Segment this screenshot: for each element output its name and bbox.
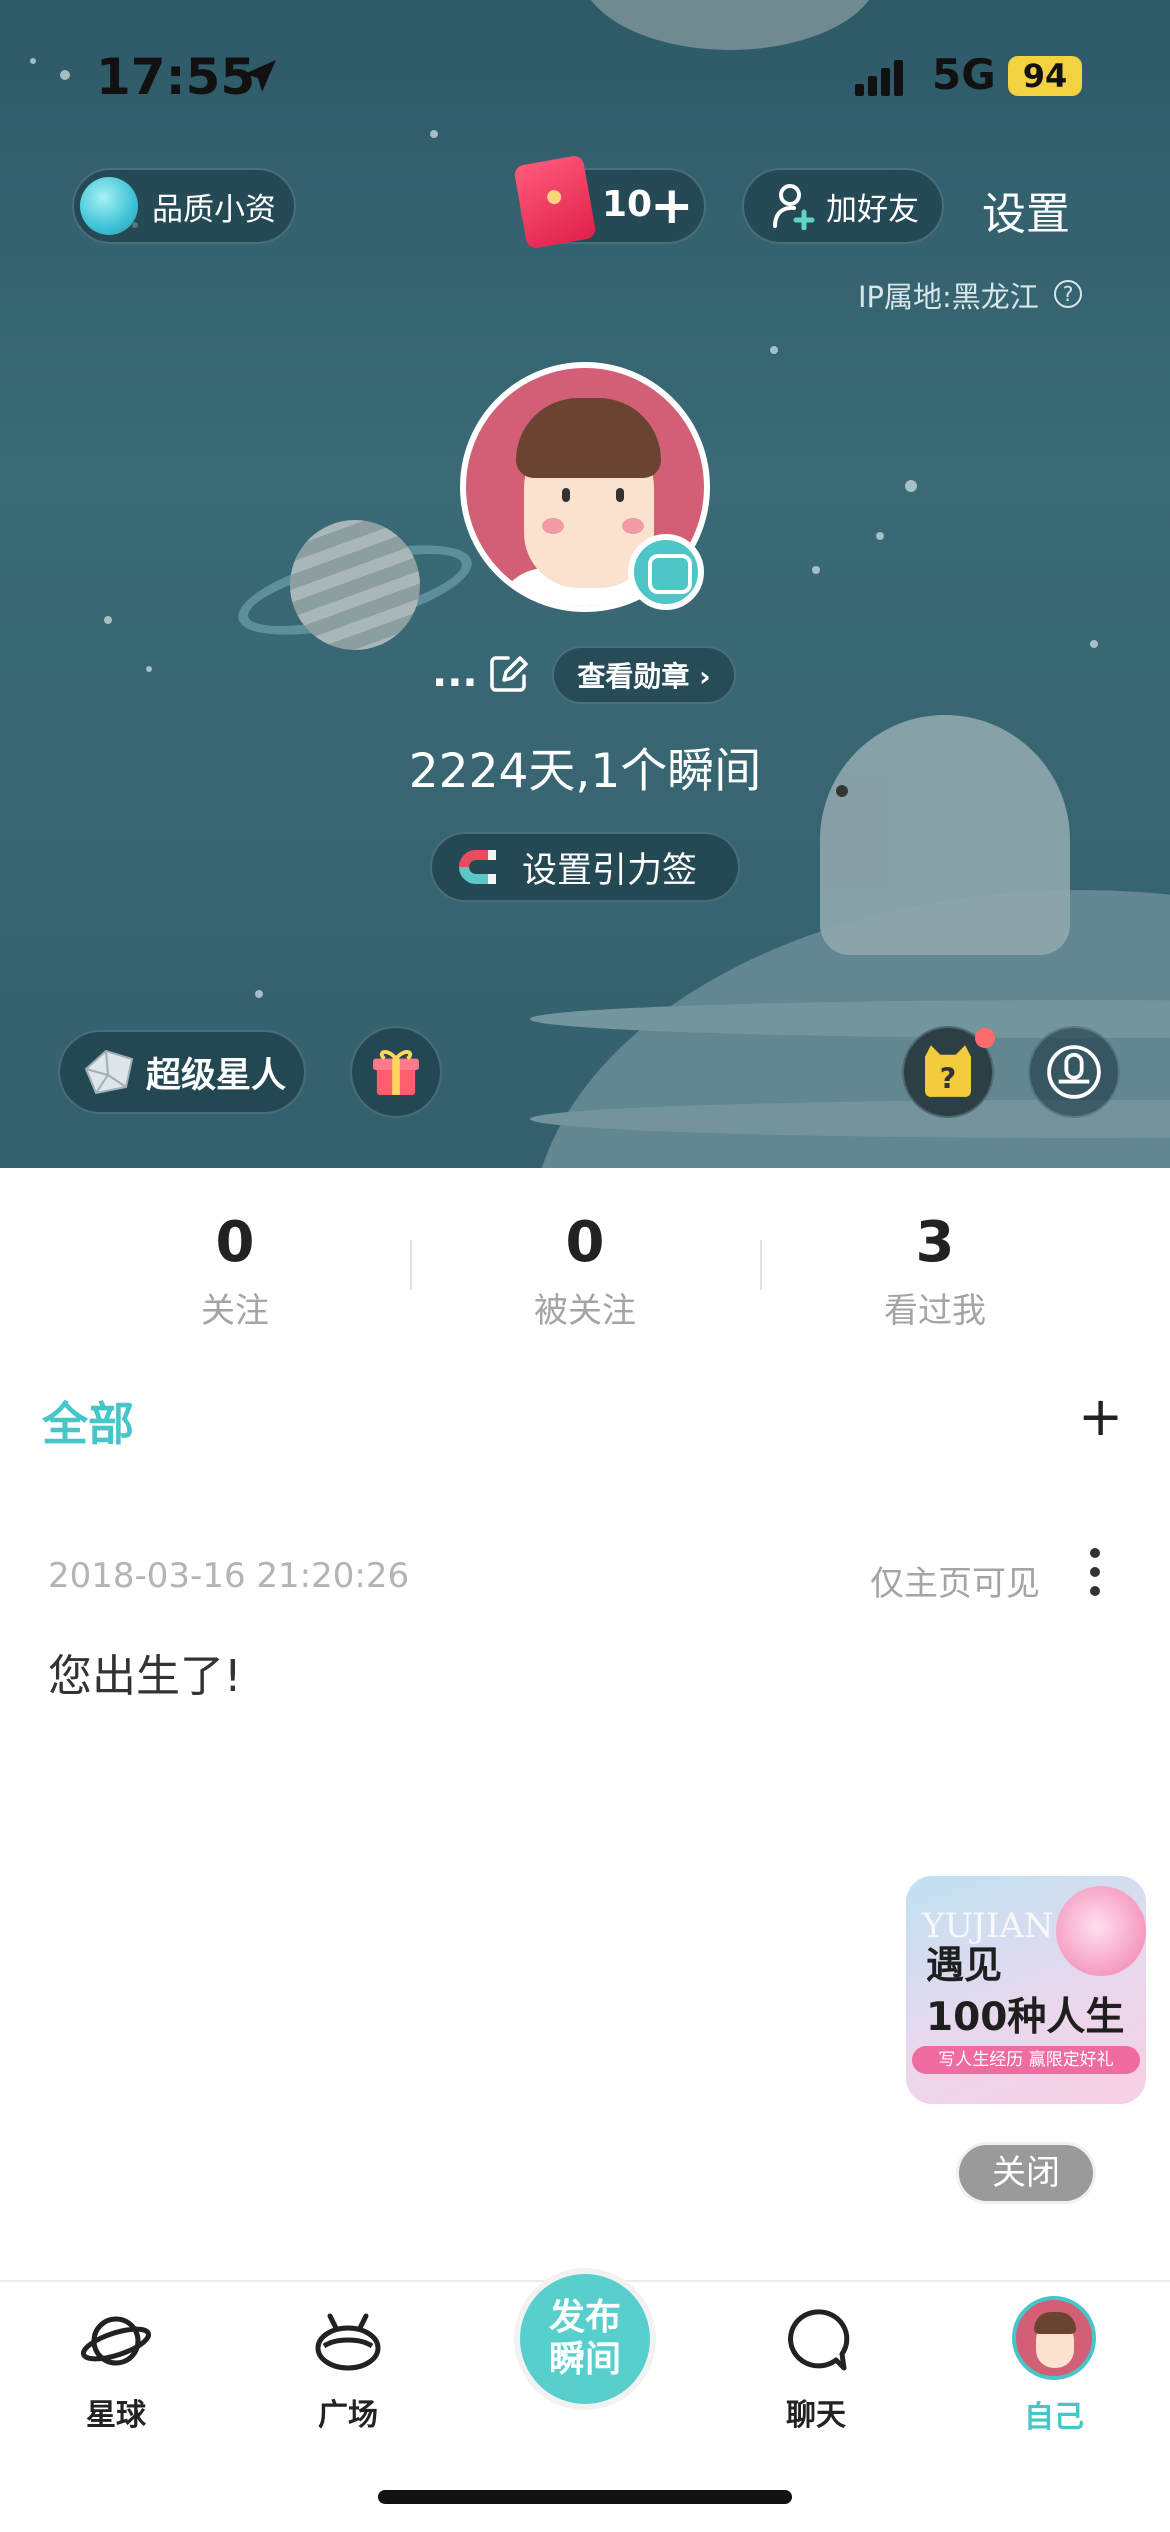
nickname: ...: [432, 650, 478, 696]
quality-level-button[interactable]: 品质小资: [72, 168, 296, 244]
publish-moment-button[interactable]: 发布 瞬间: [514, 2268, 656, 2410]
red-packet-count: 10: [602, 184, 653, 225]
stat-followers[interactable]: 0 被关注: [465, 1210, 705, 1332]
stat-value: 0: [565, 1210, 605, 1275]
stat-value: 3: [915, 1210, 955, 1275]
days-moments-text: 2224天,1个瞬间: [408, 744, 762, 799]
avatar-cheek: [542, 518, 564, 534]
gift-icon: [373, 1050, 419, 1095]
ip-location: IP属地:黑龙江: [858, 280, 1039, 314]
star-decoration: [812, 566, 820, 574]
quality-label: 品质小资: [152, 191, 276, 228]
more-options-icon[interactable]: [1088, 1548, 1102, 1604]
nav-avatar: [1012, 2296, 1096, 2380]
edit-icon[interactable]: [488, 654, 528, 694]
nav-square[interactable]: 广场: [268, 2308, 428, 2434]
status-bar: 17:55 5G 94: [0, 0, 1170, 150]
red-packet-button[interactable]: 10 +: [513, 154, 706, 250]
stat-label: 关注: [201, 1291, 269, 1331]
promo-title-line1: 遇见: [926, 1943, 1003, 1987]
ringed-planet-decoration: [290, 520, 420, 650]
star-decoration: [104, 616, 112, 624]
planet-icon: [80, 2316, 152, 2366]
set-gravity-tag-button[interactable]: 设置引力签: [430, 832, 740, 902]
avatar-cheek: [622, 518, 644, 534]
add-person-icon: [773, 184, 815, 230]
voice-button[interactable]: [1028, 1026, 1120, 1118]
nav-label: 星球: [86, 2398, 146, 2433]
view-medals-button[interactable]: 查看勋章 ›: [552, 646, 736, 704]
status-time: 17:55: [96, 48, 256, 106]
help-icon[interactable]: ?: [1054, 280, 1082, 308]
promo-title-line2: 100种人生: [926, 1995, 1125, 2040]
nav-label: 聊天: [786, 2398, 846, 2433]
nav-chat[interactable]: 聊天: [736, 2308, 896, 2434]
flower-icon: [1056, 1886, 1146, 1976]
svg-text:?: ?: [940, 1061, 957, 1095]
magnet-icon: [459, 850, 496, 884]
star-decoration: [146, 666, 152, 672]
ufo-icon: [315, 2313, 381, 2371]
crystal-star-icon: [84, 1049, 134, 1095]
notification-dot: [975, 1028, 995, 1048]
settings-button[interactable]: 设置: [982, 178, 1070, 242]
close-promo-button[interactable]: 关闭: [956, 2142, 1096, 2204]
star-decoration: [770, 346, 778, 354]
nav-planet[interactable]: 星球: [36, 2308, 196, 2434]
location-arrow-icon: [244, 60, 276, 92]
nav-label: 广场: [318, 2398, 378, 2433]
gravity-tag-label: 设置引力签: [522, 850, 698, 891]
publish-label-line1: 发布: [548, 2297, 621, 2338]
post-text: 您出生了!: [48, 1651, 242, 1702]
nav-self[interactable]: 自己: [974, 2296, 1134, 2436]
avatar-badge-icon: [628, 534, 704, 610]
star-decoration: [1090, 640, 1098, 648]
publish-label-line2: 瞬间: [548, 2339, 621, 2380]
avatar-eye: [616, 488, 624, 502]
star-decoration: [905, 480, 917, 492]
super-star-button[interactable]: 超级星人: [58, 1030, 306, 1114]
stat-value: 0: [215, 1210, 255, 1275]
post-visibility: 仅主页可见: [870, 1564, 1040, 1604]
post-timestamp: 2018-03-16 21:20:26: [48, 1556, 410, 1596]
tab-all[interactable]: 全部: [42, 1388, 134, 1454]
red-packet-icon: [513, 154, 597, 250]
signal-icon: [855, 60, 903, 96]
divider: [760, 1240, 762, 1290]
add-button[interactable]: +: [1078, 1390, 1123, 1444]
star-decoration: [255, 990, 263, 998]
add-friend-button[interactable]: 加好友: [742, 168, 944, 244]
home-indicator[interactable]: [378, 2490, 792, 2504]
avatar-eye: [562, 488, 570, 502]
stat-label: 看过我: [884, 1291, 986, 1331]
stat-visitors[interactable]: 3 看过我: [815, 1210, 1055, 1332]
promo-banner[interactable]: YUJIAN 遇见 100种人生 写人生经历 赢限定好礼: [906, 1876, 1146, 2104]
divider: [410, 1240, 412, 1290]
avatar-hair: [516, 398, 661, 478]
chat-bubble-icon: [788, 2309, 850, 2371]
stat-following[interactable]: 0 关注: [115, 1210, 355, 1332]
nav-label: 自己: [1024, 2400, 1084, 2435]
super-star-label: 超级星人: [146, 1055, 287, 1096]
voice-icon: [1047, 1045, 1101, 1099]
gift-button[interactable]: [350, 1026, 442, 1118]
battery-icon: 94: [1008, 56, 1082, 96]
network-type: 5G: [932, 50, 996, 99]
add-friend-label: 加好友: [826, 191, 919, 228]
plus-icon: +: [650, 176, 694, 236]
star-decoration: [876, 532, 884, 540]
promo-subtitle: 写人生经历 赢限定好礼: [912, 2046, 1140, 2074]
stat-label: 被关注: [534, 1291, 636, 1331]
quality-orb-icon: [80, 177, 138, 235]
